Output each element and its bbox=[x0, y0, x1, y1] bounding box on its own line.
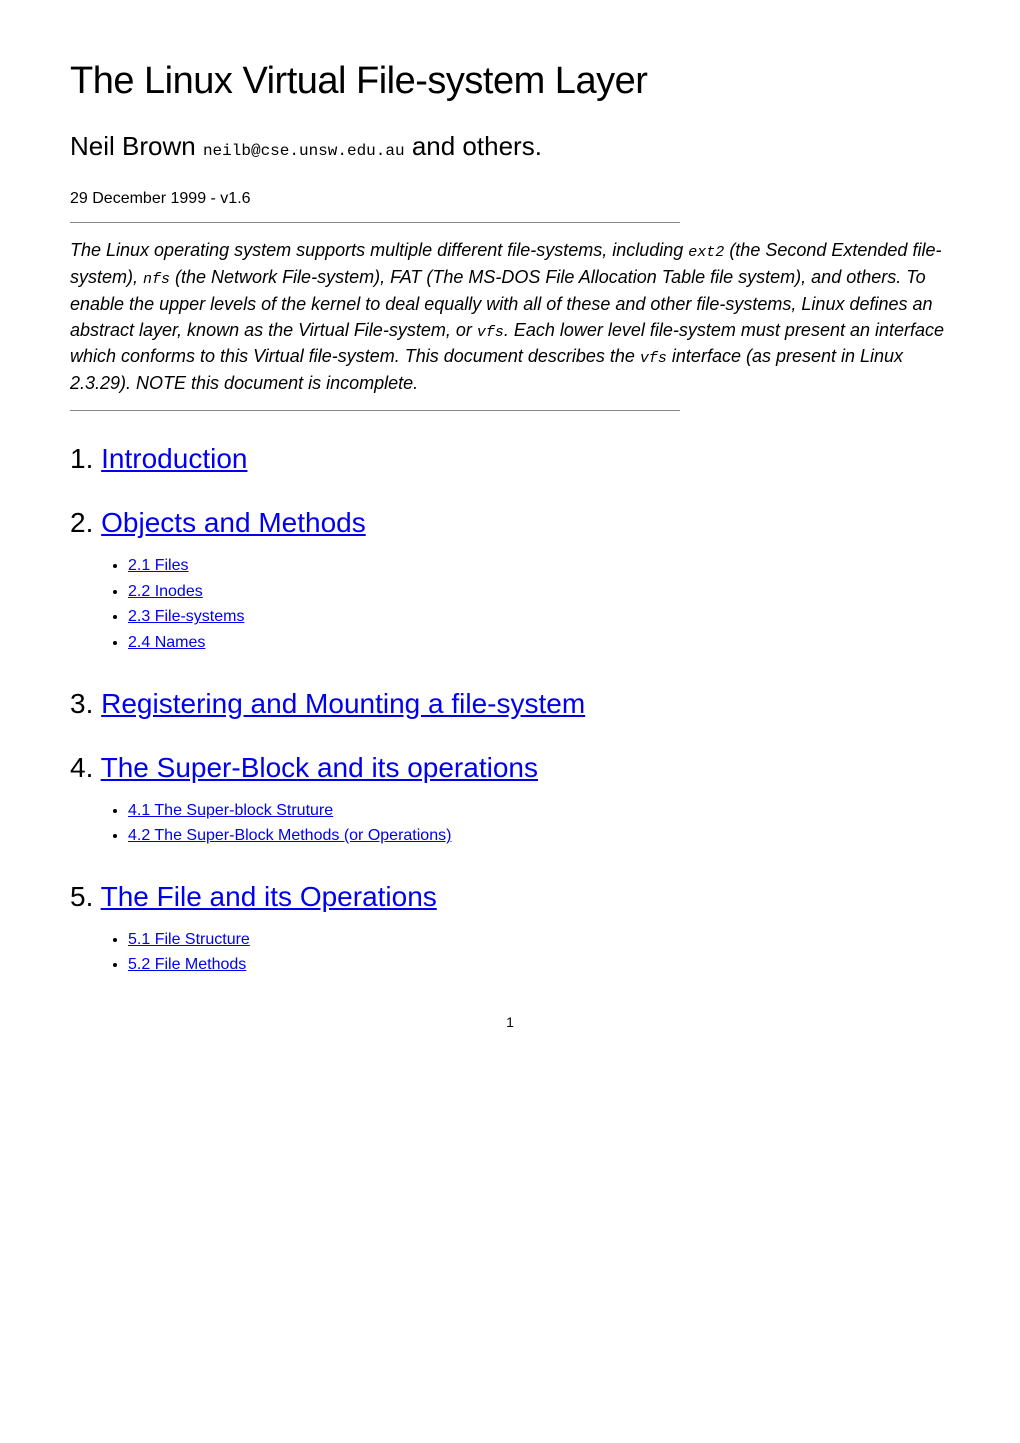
section-4-heading: 4. The Super-Block and its operations bbox=[70, 752, 950, 784]
list-item: 4.1 The Super-block Struture bbox=[128, 798, 950, 824]
subsection-5-1-link[interactable]: 5.1 File Structure bbox=[128, 931, 250, 948]
author-name: Neil Brown bbox=[70, 131, 196, 161]
subsection-4-1-link[interactable]: 4.1 The Super-block Struture bbox=[128, 802, 333, 819]
date-version: 29 December 1999 - v1.6 bbox=[70, 190, 950, 208]
subsection-2-1-link[interactable]: 2.1 Files bbox=[128, 557, 188, 574]
list-item: 2.3 File-systems bbox=[128, 604, 950, 630]
abstract-term-nfs: nfs bbox=[143, 271, 170, 288]
section-2-link[interactable]: Objects and Methods bbox=[101, 507, 366, 538]
section-5-heading: 5. The File and its Operations bbox=[70, 881, 950, 913]
list-item: 2.4 Names bbox=[128, 630, 950, 656]
section-1-num: 1. bbox=[70, 443, 101, 474]
list-item: 2.2 Inodes bbox=[128, 579, 950, 605]
section-1-link[interactable]: Introduction bbox=[101, 443, 247, 474]
page-number: 1 bbox=[70, 1014, 950, 1030]
abstract-term-vfs2: vfs bbox=[640, 350, 667, 367]
section-3-num: 3. bbox=[70, 688, 101, 719]
list-item: 2.1 Files bbox=[128, 553, 950, 579]
section-4-list: 4.1 The Super-block Struture 4.2 The Sup… bbox=[128, 798, 950, 849]
subsection-4-2-link[interactable]: 4.2 The Super-Block Methods (or Operatio… bbox=[128, 827, 451, 844]
list-item: 5.1 File Structure bbox=[128, 927, 950, 953]
section-2-heading: 2. Objects and Methods bbox=[70, 507, 950, 539]
section-5-link[interactable]: The File and its Operations bbox=[101, 881, 437, 912]
section-1-heading: 1. Introduction bbox=[70, 443, 950, 475]
subsection-2-2-link[interactable]: 2.2 Inodes bbox=[128, 583, 203, 600]
divider-bottom bbox=[70, 410, 680, 411]
subsection-5-2-link[interactable]: 5.2 File Methods bbox=[128, 956, 246, 973]
author-suffix: and others. bbox=[412, 131, 542, 161]
subsection-2-3-link[interactable]: 2.3 File-systems bbox=[128, 608, 244, 625]
section-4-num: 4. bbox=[70, 752, 101, 783]
abstract-part1: The Linux operating system supports mult… bbox=[70, 240, 688, 260]
section-5-num: 5. bbox=[70, 881, 101, 912]
abstract-term-vfs1: vfs bbox=[477, 324, 504, 341]
list-item: 4.2 The Super-Block Methods (or Operatio… bbox=[128, 823, 950, 849]
section-3-heading: 3. Registering and Mounting a file-syste… bbox=[70, 688, 950, 720]
author-email: neilb@cse.unsw.edu.au bbox=[203, 142, 405, 160]
section-5-list: 5.1 File Structure 5.2 File Methods bbox=[128, 927, 950, 978]
document-subtitle: Neil Brown neilb@cse.unsw.edu.au and oth… bbox=[70, 131, 950, 162]
divider-top bbox=[70, 222, 680, 223]
abstract-text: The Linux operating system supports mult… bbox=[70, 237, 950, 396]
section-3-link[interactable]: Registering and Mounting a file-system bbox=[101, 688, 585, 719]
section-4-link[interactable]: The Super-Block and its operations bbox=[101, 752, 538, 783]
document-title: The Linux Virtual File-system Layer bbox=[70, 60, 950, 103]
section-2-num: 2. bbox=[70, 507, 101, 538]
list-item: 5.2 File Methods bbox=[128, 952, 950, 978]
section-2-list: 2.1 Files 2.2 Inodes 2.3 File-systems 2.… bbox=[128, 553, 950, 655]
abstract-term-ext2: ext2 bbox=[688, 244, 724, 261]
subsection-2-4-link[interactable]: 2.4 Names bbox=[128, 634, 205, 651]
